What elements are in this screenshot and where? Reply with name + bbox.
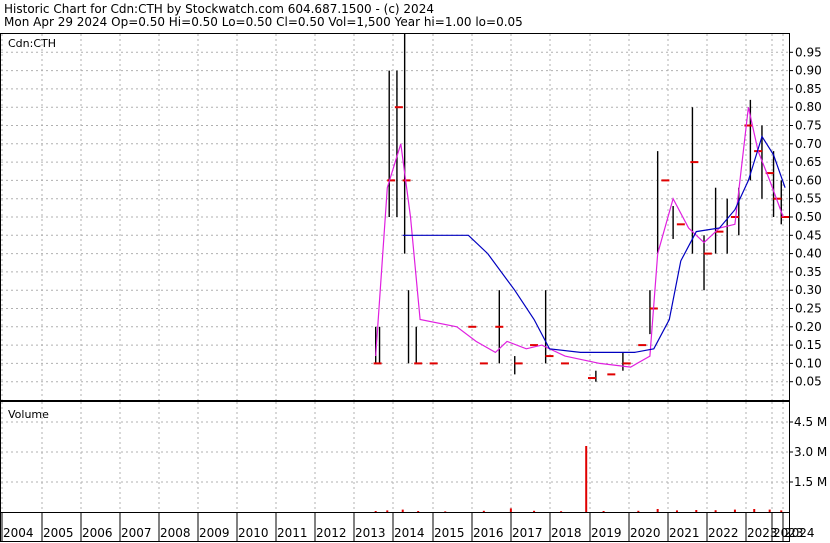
volume-layer xyxy=(374,446,783,512)
volume-panel xyxy=(0,401,790,513)
x-tick-label: 2012 xyxy=(316,526,347,540)
y-tick-label: 0.05 xyxy=(795,375,822,389)
x-tick-label: 2024 xyxy=(784,526,815,540)
grid-layer xyxy=(1,34,789,512)
x-tick-label: 2010 xyxy=(238,526,269,540)
x-tick-label: 2017 xyxy=(512,526,543,540)
x-tick-label: 2022 xyxy=(708,526,739,540)
x-tick-label: 2013 xyxy=(355,526,386,540)
y-tick-label: 0.50 xyxy=(795,210,822,224)
x-tick-label: 2007 xyxy=(121,526,152,540)
price-layer xyxy=(373,34,790,382)
y-tick-label: 0.35 xyxy=(795,265,822,279)
x-tick-label: 2006 xyxy=(82,526,113,540)
chart-header-line1: Historic Chart for Cdn:CTH by Stockwatch… xyxy=(4,2,434,16)
x-tick-label: 2015 xyxy=(434,526,465,540)
y-tick-label: 0.45 xyxy=(795,228,822,242)
x-tick-label: 2011 xyxy=(277,526,308,540)
y-tick-label: 0.75 xyxy=(795,119,822,133)
y-tick-label: 0.30 xyxy=(795,283,822,297)
x-tick-label: 2014 xyxy=(394,526,425,540)
x-tick-label: 2004 xyxy=(3,526,34,540)
x-tick-label: 2008 xyxy=(160,526,191,540)
volume-tick-label: 4.5 M xyxy=(794,415,827,429)
y-tick-label: 0.70 xyxy=(795,137,822,151)
y-tick-label: 0.15 xyxy=(795,338,822,352)
y-tick-label: 0.90 xyxy=(795,64,822,78)
y-tick-label: 0.80 xyxy=(795,100,822,114)
volume-tick-label: 3.0 M xyxy=(794,445,827,459)
y-tick-label: 0.95 xyxy=(795,45,822,59)
x-tick-label: 2016 xyxy=(473,526,504,540)
volume-panel-title: Volume xyxy=(8,408,49,421)
y-tick-label: 0.20 xyxy=(795,320,822,334)
volume-tick-label: 1.5 M xyxy=(794,475,827,489)
y-tick-label: 0.40 xyxy=(795,247,822,261)
y-tick-label: 0.25 xyxy=(795,302,822,316)
chart-header-line2: Mon Apr 29 2024 Op=0.50 Hi=0.50 Lo=0.50 … xyxy=(4,15,523,29)
price-panel-title: Cdn:CTH xyxy=(8,37,56,50)
y-tick-label: 0.85 xyxy=(795,82,822,96)
x-tick-label: 2005 xyxy=(43,526,74,540)
y-tick-label: 0.10 xyxy=(795,356,822,370)
y-tick-label: 0.60 xyxy=(795,173,822,187)
moving-average-line xyxy=(375,107,784,368)
x-tick-label: 2019 xyxy=(591,526,622,540)
x-tick-label: 2018 xyxy=(551,526,582,540)
x-tick-label: 2009 xyxy=(199,526,230,540)
axis-layer: 0.95 0.90 0.85 0.80 0.75 0.70 0.65 0.60 0.55 0.50… xyxy=(1,45,827,541)
y-tick-label: 0.55 xyxy=(795,192,822,206)
stock-chart: Historic Chart for Cdn:CTH by Stockwatch… xyxy=(0,2,827,542)
y-tick-label: 0.65 xyxy=(795,155,822,169)
x-tick-label: 2020 xyxy=(630,526,661,540)
x-tick-label: 2021 xyxy=(669,526,700,540)
